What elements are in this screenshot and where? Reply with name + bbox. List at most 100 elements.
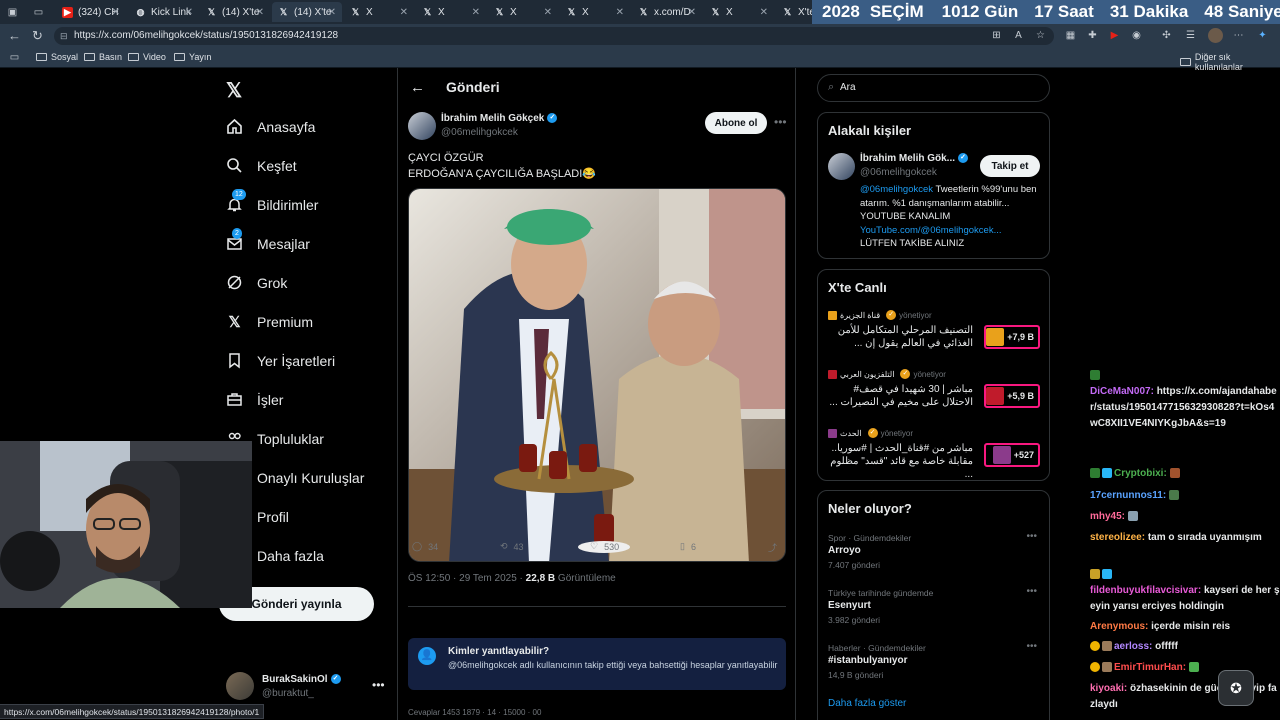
next-reply-preview[interactable]: Cevaplar 1453 1879 · 14 · 15000 · 00 xyxy=(408,708,786,720)
like-button[interactable]: ♡ 530 xyxy=(590,541,619,552)
x-icon: 𝕏 xyxy=(279,6,288,17)
close-icon[interactable]: ✕ xyxy=(328,7,336,18)
show-more-link[interactable]: Daha fazla göster xyxy=(828,698,906,709)
reload-icon[interactable]: ↻ xyxy=(32,28,43,44)
account-switcher[interactable]: BurakSakinOl ✓ @buraktut_ ••• xyxy=(226,672,386,702)
bookmark-folder-video[interactable]: Video xyxy=(128,52,166,62)
close-icon[interactable]: ✕ xyxy=(688,7,696,18)
bookmark-folder-sosyal[interactable]: Sosyal xyxy=(36,52,78,62)
more-dots-icon[interactable]: ••• xyxy=(372,678,385,692)
more-dots-icon[interactable]: ••• xyxy=(1026,641,1037,652)
tab-3[interactable]: 𝕏 (14) X'te ✕ xyxy=(200,2,270,22)
verified-badge-icon: ✓ xyxy=(330,674,341,685)
tab-11[interactable]: 𝕏 X'te xyxy=(776,2,816,22)
repost-button[interactable]: ⟲ 43 xyxy=(500,541,524,552)
tweet-actions: ◯ 34 ⟲ 43 ♡ 530 ▯ 6 ⤴ xyxy=(408,541,786,624)
trend-post-count: 3.982 gönderi xyxy=(828,615,880,625)
related-person-name[interactable]: İbrahim Melih Gök... ✓ xyxy=(860,153,969,164)
close-icon[interactable]: ✕ xyxy=(185,7,193,18)
nav-explore[interactable]: Keşfet xyxy=(226,157,297,174)
more-dots-icon[interactable]: ••• xyxy=(1026,586,1037,597)
reading-list-icon[interactable]: ▭ xyxy=(8,51,21,64)
close-icon[interactable]: ✕ xyxy=(112,7,120,18)
bookmark-folder-basin[interactable]: Basın xyxy=(84,52,122,62)
extension-icon[interactable]: ▶ xyxy=(1108,29,1121,42)
trend-item[interactable]: Spor · Gündemdekiler Arroyo 7.407 gönder… xyxy=(828,531,1041,577)
trend-item[interactable]: Türkiye tarihinde gündemde Esenyurt 3.98… xyxy=(828,586,1041,632)
tab-10[interactable]: 𝕏 X ✕ xyxy=(704,2,774,22)
live-space-item[interactable]: التلفزيون العربي ✓ yönetiyor مباشر | 30 شه… xyxy=(828,369,1041,425)
author-avatar[interactable] xyxy=(408,112,436,140)
tab-7[interactable]: 𝕏 X ✕ xyxy=(488,2,558,22)
search-placeholder: Ara xyxy=(840,82,856,93)
close-icon[interactable]: ✕ xyxy=(472,7,480,18)
live-space-item[interactable]: قناة الجزيرة ✓ yönetiyor التصنيف المرحلي ا… xyxy=(828,310,1041,366)
tab-4-active[interactable]: 𝕏 (14) X'te ✕ xyxy=(272,2,342,22)
nav-jobs[interactable]: İşler xyxy=(226,391,283,408)
profile-avatar-icon[interactable] xyxy=(1208,28,1223,43)
live-title: مباشر | 30 شهيدا في قصف# الاحتلال على مخ… xyxy=(829,384,973,408)
nav-home[interactable]: Anasayfa xyxy=(226,118,315,135)
extensions-puzzle-icon[interactable]: ✣ xyxy=(1160,29,1173,42)
tab-2[interactable]: ◍ Kick Link ✕ xyxy=(129,2,199,22)
badge-icon xyxy=(1090,370,1100,381)
nav-grok[interactable]: Grok xyxy=(226,274,287,291)
election-countdown-overlay: 2028 SEÇİM 1012 Gün 17 Saat 31 Dakika 48… xyxy=(812,0,1280,24)
follow-button[interactable]: Takip et xyxy=(980,155,1040,177)
workspaces-icon[interactable]: ▣ xyxy=(6,6,19,19)
bookmark-icon: ▯ xyxy=(680,541,685,551)
tweet-image[interactable] xyxy=(408,188,786,562)
author-name[interactable]: İbrahim Melih Gökçek ✓ xyxy=(441,113,558,124)
tab-actions-icon[interactable]: ▭ xyxy=(32,6,45,19)
bookmark-button[interactable]: ▯ 6 xyxy=(680,541,696,552)
live-title: التصنيف المرحلي المتكامل للأمن الغذائي ف… xyxy=(837,325,973,349)
more-dots-icon[interactable]: ••• xyxy=(774,115,787,129)
other-bookmarks[interactable]: Diğer sık kullanılanlar xyxy=(1180,52,1280,72)
nav-notifications[interactable]: 12 Bildirimler xyxy=(226,189,318,213)
tab-5[interactable]: 𝕏 X ✕ xyxy=(344,2,414,22)
nav-bookmarks[interactable]: Yer İşaretleri xyxy=(226,352,335,369)
tab-1[interactable]: ▶ (324) CH ✕ xyxy=(56,2,126,22)
share-button[interactable]: ⤴ xyxy=(768,541,777,554)
nav-messages[interactable]: 2 Mesajlar xyxy=(226,228,310,252)
close-icon[interactable]: ✕ xyxy=(256,7,264,18)
search-input[interactable]: ⌕ Ara xyxy=(817,74,1050,102)
tab-9[interactable]: 𝕏 x.com/D ✕ xyxy=(632,2,702,22)
app-available-icon[interactable]: ⊞ xyxy=(990,29,1003,42)
url-input[interactable]: ⊟ https://x.com/06melihgokcek/status/195… xyxy=(54,27,1054,45)
extension-icon[interactable]: ✚ xyxy=(1086,29,1099,42)
tab-8[interactable]: 𝕏 X ✕ xyxy=(560,2,630,22)
close-icon[interactable]: ✕ xyxy=(616,7,624,18)
tweet-timestamp[interactable]: ÖS 12:50 · 29 Tem 2025 · xyxy=(408,573,523,584)
trend-item[interactable]: Haberler · Gündemdekiler #istanbulyanıyo… xyxy=(828,641,1041,687)
favorites-icon[interactable]: ☰ xyxy=(1184,29,1197,42)
extension-icon[interactable]: ◉ xyxy=(1130,29,1143,42)
bookmark-folder-yayin[interactable]: Yayın xyxy=(174,52,211,62)
source-logo-icon xyxy=(828,428,837,438)
bio-mention-link[interactable]: @06melihgokcek xyxy=(860,184,933,195)
close-icon[interactable]: ✕ xyxy=(400,7,408,18)
tab-6[interactable]: 𝕏 X ✕ xyxy=(416,2,486,22)
live-space-item[interactable]: الحدث ✓ yönetiyor مباشر من #قناة_الحدث | #… xyxy=(828,428,1041,484)
x-logo-icon[interactable]: 𝕏 xyxy=(226,78,242,103)
favorite-star-icon[interactable]: ☆ xyxy=(1034,29,1047,42)
close-icon[interactable]: ✕ xyxy=(544,7,552,18)
back-arrow-icon[interactable]: ← xyxy=(410,79,425,96)
read-aloud-icon[interactable]: A xyxy=(1012,29,1025,42)
reply-button[interactable]: ◯ 34 xyxy=(412,541,438,552)
close-icon[interactable]: ✕ xyxy=(760,7,768,18)
more-dots-icon[interactable]: ••• xyxy=(1026,531,1037,542)
author-handle[interactable]: @06melihgokcek xyxy=(441,127,518,138)
post-header: ← Gönderi xyxy=(398,68,797,108)
related-person-handle[interactable]: @06melihgokcek xyxy=(860,167,937,178)
message-count-badge: 2 xyxy=(232,228,242,239)
bio-youtube-link[interactable]: YouTube.com/@06melihgokcek... xyxy=(860,225,1002,236)
copilot-icon[interactable]: ✦ xyxy=(1256,29,1269,42)
chat-username: DiCeMaN007: xyxy=(1090,386,1154,397)
extension-icon[interactable]: ▦ xyxy=(1064,29,1077,42)
subscribe-button[interactable]: Abone ol xyxy=(705,112,767,134)
more-icon[interactable]: ⋯ xyxy=(1232,29,1245,42)
avatar[interactable] xyxy=(828,153,855,180)
back-arrow-icon[interactable]: ← xyxy=(8,28,21,43)
nav-premium[interactable]: 𝕏 Premium xyxy=(226,313,313,331)
